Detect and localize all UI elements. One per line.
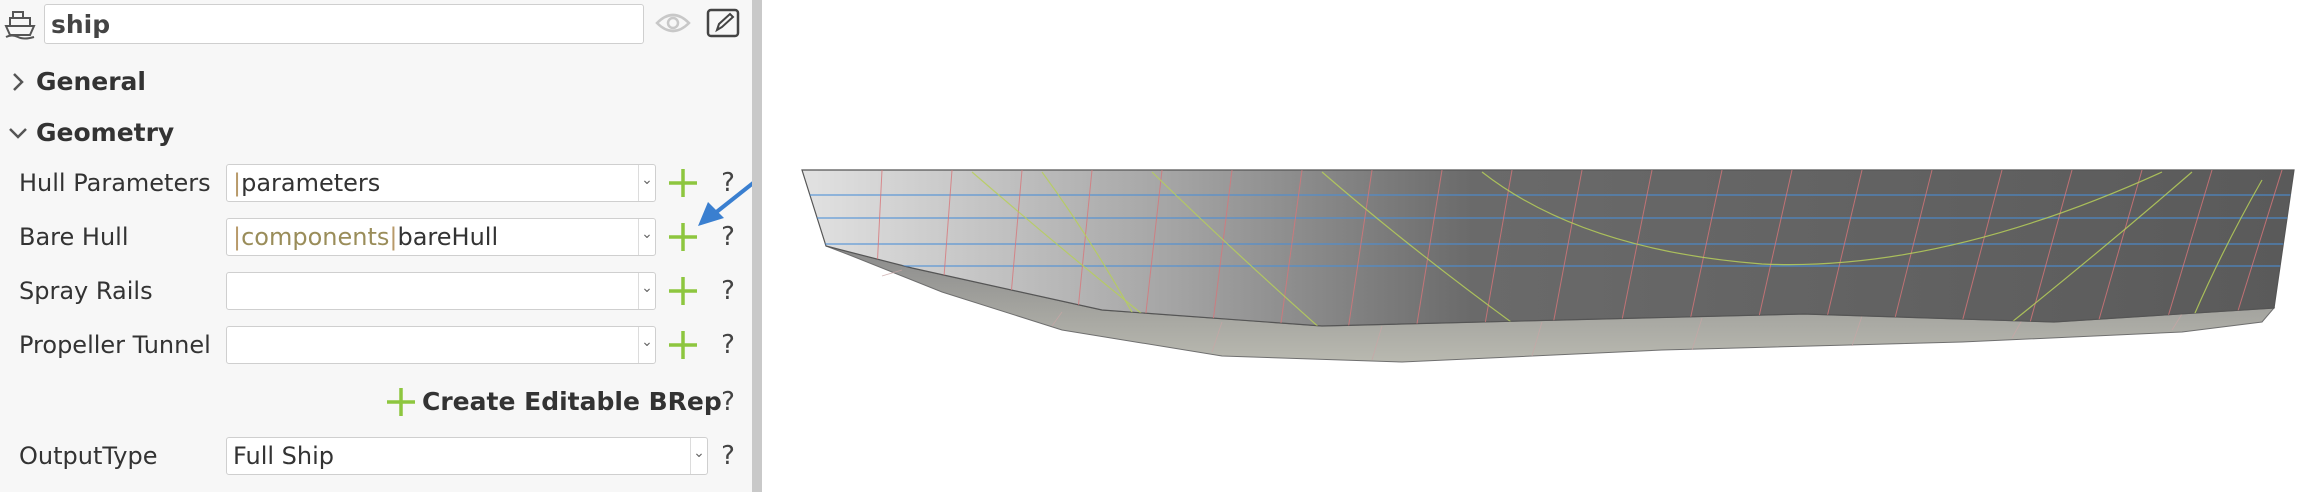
propeller-tunnel-combo[interactable]: ⌄ — [226, 326, 656, 364]
plus-icon — [387, 388, 415, 416]
dropdown-arrow-icon[interactable]: ⌄ — [638, 273, 655, 309]
chevron-right-icon — [13, 73, 24, 91]
panel-splitter[interactable] — [752, 0, 762, 492]
dropdown-arrow-icon[interactable]: ⌄ — [638, 219, 655, 255]
3d-viewport[interactable] — [762, 0, 2310, 492]
propeller-tunnel-label: Propeller Tunnel — [19, 331, 211, 359]
section-geometry-label: Geometry — [36, 118, 175, 147]
help-propeller-tunnel[interactable]: ? — [717, 328, 739, 362]
hull-parameters-label: Hull Parameters — [19, 169, 211, 197]
help-spray-rails[interactable]: ? — [717, 274, 739, 308]
hull-parameters-row: Hull Parameters |parameters ⌄ ? — [0, 161, 740, 205]
help-create-editable-brep[interactable]: ? — [717, 385, 739, 419]
output-type-value: Full Ship — [233, 442, 335, 470]
propeller-tunnel-row: Propeller Tunnel ⌄ ? — [0, 323, 740, 367]
bare-hull-combo[interactable]: |components|bareHull ⌄ — [226, 218, 656, 256]
bare-hull-ref-components: components — [241, 223, 390, 251]
output-type-select[interactable]: Full Ship ⌄ — [226, 437, 708, 475]
spray-rails-combo[interactable]: ⌄ — [226, 272, 656, 310]
edit-icon[interactable] — [705, 6, 741, 40]
bare-hull-label: Bare Hull — [19, 223, 129, 251]
dropdown-arrow-icon[interactable]: ⌄ — [638, 165, 655, 201]
add-propeller-tunnel-plus-icon[interactable] — [666, 328, 700, 362]
section-geometry[interactable]: Geometry — [0, 113, 740, 153]
ship-hull-model — [801, 169, 2295, 363]
hull-parameters-combo[interactable]: |parameters ⌄ — [226, 164, 656, 202]
output-type-label: OutputType — [19, 442, 158, 470]
object-name-input[interactable]: ship — [44, 4, 644, 44]
create-editable-brep-label: Create Editable BRep — [422, 387, 722, 416]
help-output-type[interactable]: ? — [717, 439, 739, 473]
property-panel: ship General Geometry Hull Parameters |p… — [0, 0, 774, 492]
eye-icon[interactable] — [655, 9, 691, 37]
spray-rails-row: Spray Rails ⌄ ? — [0, 269, 740, 313]
dropdown-arrow-icon[interactable]: ⌄ — [690, 438, 707, 474]
output-type-row: OutputType Full Ship ⌄ ? — [0, 434, 740, 478]
hull-parameters-value: parameters — [241, 169, 381, 197]
chevron-down-icon — [9, 128, 27, 139]
section-general[interactable]: General — [0, 62, 740, 102]
bare-hull-ref-barehull: bareHull — [397, 223, 499, 251]
bare-hull-row: Bare Hull |components|bareHull ⌄ ? — [0, 215, 740, 259]
ship-icon — [4, 11, 36, 40]
add-spray-rails-plus-icon[interactable] — [666, 274, 700, 308]
section-general-label: General — [36, 67, 146, 96]
spray-rails-label: Spray Rails — [19, 277, 153, 305]
dropdown-arrow-icon[interactable]: ⌄ — [638, 327, 655, 363]
